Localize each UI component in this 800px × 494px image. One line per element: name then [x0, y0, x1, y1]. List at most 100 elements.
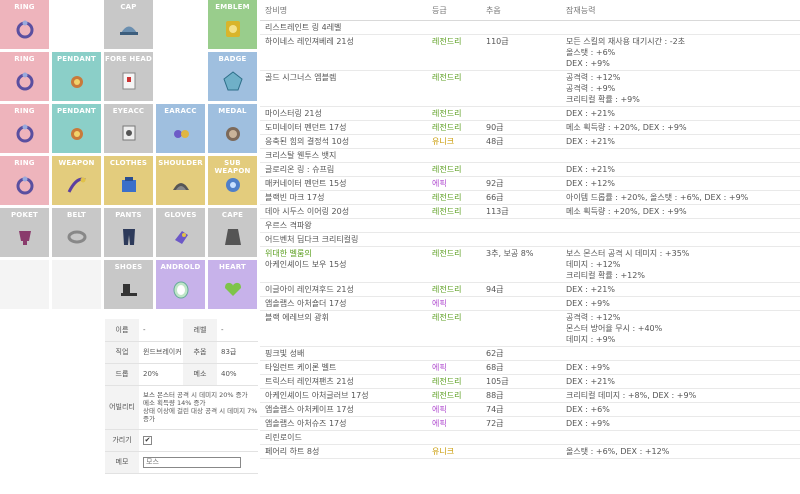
slot-weapon[interactable]: WEAPON — [52, 156, 101, 205]
slot-ring4[interactable]: RING — [0, 156, 49, 205]
item-potential-cell: 메소 획득량 : +20%, DEX : +9% — [561, 204, 800, 219]
table-row[interactable]: 블랙 에레브의 광휘 레전드리 공격력 : +12% 몬스터 방어율 무시 : +40… — [260, 310, 800, 347]
slot-pendant2[interactable]: PENDANT — [52, 104, 101, 153]
table-row[interactable]: 도미네이터 펜던트 17성 레전드리 90급 메소 획득량 : +20%, DEX :… — [260, 120, 800, 135]
slot-shoes[interactable]: SHOES — [104, 260, 153, 309]
table-row[interactable]: 마이스터링 21성 레전드리 DEX : +21% — [260, 106, 800, 121]
table-row[interactable]: 페어리 하트 8성 유니크 올스탯 : +6%, DEX : +12% — [260, 444, 800, 459]
slot-earacc[interactable]: EARACC — [156, 104, 205, 153]
slot-subweapon[interactable]: SUB WEAPON — [208, 156, 257, 205]
slot-emblem[interactable]: EMBLEM — [208, 0, 257, 49]
pants-icon — [118, 226, 140, 248]
slot-clothes[interactable]: CLOTHES — [104, 156, 153, 205]
cap-icon — [118, 18, 140, 40]
item-name-cell: 아케인셰이드 아처글러브 17성 — [260, 388, 427, 403]
table-row[interactable]: 매커네이터 펜던트 15성 에픽 92급 DEX : +12% — [260, 176, 800, 191]
slot-shoulder[interactable]: SHOULDER — [156, 156, 205, 205]
slot-label: CAP — [120, 3, 137, 11]
hide-checkbox[interactable]: ✔ — [143, 435, 152, 445]
clothes-icon — [118, 174, 140, 196]
slot-label: GLOVES — [164, 211, 197, 219]
memo-input[interactable] — [143, 456, 241, 468]
item-name-cell: 위대한 벨룸의 아케인셰이드 보우 15성 — [260, 246, 427, 283]
table-row[interactable]: 앱솔랩스 아처케이프 17성 에픽 74급 DEX : +6% — [260, 402, 800, 417]
table-row[interactable]: 아케인셰이드 아처글러브 17성 레전드리 88급 크리티컬 데미지 : +8%, D… — [260, 388, 800, 403]
slot-belt[interactable]: BELT — [52, 208, 101, 257]
shoulder-icon — [170, 174, 192, 196]
slot-poket[interactable]: POKET — [0, 208, 49, 257]
item-potential-cell: DEX : +21% — [561, 282, 800, 297]
heart-icon — [222, 278, 244, 300]
item-potential-cell: 크리티컬 데미지 : +8%, DEX : +9% — [561, 388, 800, 403]
item-option: 92급 — [481, 176, 561, 191]
table-row[interactable]: 응축된 힘의 결정석 10성 유니크 48급 DEX : +21% — [260, 134, 800, 149]
item-grade: 레전드리 — [427, 246, 481, 283]
drop-label: 드롭 — [105, 363, 139, 386]
slot-badge[interactable]: BADGE — [208, 52, 257, 101]
item-option — [481, 444, 561, 459]
slot-heart[interactable]: HEART — [208, 260, 257, 309]
character-info-panel: 이름 - 레벨 - 직업 윈드브레이커 추옵 83급 드롭 20% 메소 40%… — [105, 319, 258, 474]
table-row[interactable]: 크리스탈 웬투스 뱃지 — [260, 148, 800, 163]
table-row[interactable]: 리스트레인트 링 4레벨 — [260, 20, 800, 35]
table-row[interactable]: 위대한 벨룸의 아케인셰이드 보우 15성 레전드리 3추, 보공 8% 보스 몬스터 … — [260, 246, 800, 283]
potential-line: 메소 획득량 : +20%, DEX : +9% — [566, 207, 687, 216]
slot-label: EMBLEM — [215, 3, 250, 11]
item-name-cell: 매커네이터 펜던트 15성 — [260, 176, 427, 191]
table-row[interactable]: 글로리온 링 : 슈프림 레전드리 DEX : +21% — [260, 162, 800, 177]
slot-medal[interactable]: MEDAL — [208, 104, 257, 153]
table-row[interactable]: 이글아이 레인져후드 21성 레전드리 94급 DEX : +21% — [260, 282, 800, 297]
table-row[interactable]: 앱솔랩스 아처숄더 17성 에픽 DEX : +9% — [260, 296, 800, 311]
item-name-cell: 어드벤처 딥다크 크리티컬링 — [260, 232, 427, 247]
item-option: 48급 — [481, 134, 561, 149]
item-option: 62급 — [481, 346, 561, 361]
table-row[interactable]: 어드벤처 딥다크 크리티컬링 — [260, 232, 800, 247]
memo-label: 메모 — [105, 451, 139, 474]
slot-label: BELT — [67, 211, 86, 219]
item-name: 아케인셰이드 보우 15성 — [265, 260, 347, 269]
table-row[interactable]: 타일런트 케이론 벨트 에픽 68급 DEX : +9% — [260, 360, 800, 375]
item-name-cell: 블랙빈 마크 17성 — [260, 190, 427, 205]
shoes-icon — [118, 278, 140, 300]
slot-ring2[interactable]: RING — [0, 52, 49, 101]
table-row[interactable]: 우르스 격파왕 — [260, 218, 800, 233]
slot-forehead[interactable]: FORE HEAD — [104, 52, 153, 101]
slot-gloves[interactable]: GLOVES — [156, 208, 205, 257]
slot-eyeacc[interactable]: EYEACC — [104, 104, 153, 153]
table-row[interactable]: 트릭스터 레인져팬츠 21성 레전드리 105급 DEX : +21% — [260, 374, 800, 389]
potential-line: DEX : +12% — [566, 179, 615, 188]
potential-line: 메소 획득량 : +20%, DEX : +9% — [566, 123, 687, 132]
empty-slot — [52, 0, 101, 49]
empty-slot — [156, 52, 205, 101]
slot-android[interactable]: ANDROLD — [156, 260, 205, 309]
table-row[interactable]: 핑크빛 성배 62급 — [260, 346, 800, 361]
slot-pendant1[interactable]: PENDANT — [52, 52, 101, 101]
item-name-cell: 트릭스터 레인져팬츠 21성 — [260, 374, 427, 389]
slot-pants[interactable]: PANTS — [104, 208, 153, 257]
slot-ring3[interactable]: RING — [0, 104, 49, 153]
ability-label: 어빌리티 — [105, 385, 139, 430]
table-row[interactable]: 리린로이드 — [260, 430, 800, 445]
item-potential-cell: DEX : +9% — [561, 416, 800, 431]
slot-cape[interactable]: CAPE — [208, 208, 257, 257]
star-option-value: 83급 — [217, 341, 258, 364]
item-name-cell: 블랙 에레브의 광휘 — [260, 310, 427, 347]
item-potential-cell: 메소 획득량 : +20%, DEX : +9% — [561, 120, 800, 135]
table-row[interactable]: 앱솔랩스 아처슈즈 17성 에픽 72급 DEX : +9% — [260, 416, 800, 431]
item-name-cell: 골드 시그너스 엠블렘 — [260, 70, 427, 107]
item-name-cell: 우르스 격파왕 — [260, 218, 427, 233]
table-row[interactable]: 데아 시두스 이어링 20성 레전드리 113급 메소 획득량 : +20%, DEX… — [260, 204, 800, 219]
earring-icon — [170, 122, 192, 144]
table-row[interactable]: 하이네스 레인져베레 21성 레전드리 110급 모든 스킬의 재사용 대기시간 : … — [260, 34, 800, 71]
item-option: 90급 — [481, 120, 561, 135]
table-row[interactable]: 블랙빈 마크 17성 레전드리 66급 아이템 드롭률 : +20%, 올스탯 : +… — [260, 190, 800, 205]
slot-cap[interactable]: CAP — [104, 0, 153, 49]
job-value: 윈드브레이커 — [139, 341, 183, 364]
item-potential-cell: 아이템 드롭률 : +20%, 올스탯 : +6%, DEX : +9% — [561, 190, 800, 205]
ability-line: 보스 몬스터 공격 시 데미지 20% 증가 — [143, 391, 248, 399]
table-row[interactable]: 골드 시그너스 엠블렘 레전드리 공격력 : +12% 공격력 : +9% 크리티컬 확… — [260, 70, 800, 107]
item-grade: 레전드리 — [427, 190, 481, 205]
slot-label: EARACC — [164, 107, 197, 115]
slot-ring1[interactable]: RING — [0, 0, 49, 49]
item-grade: 유니크 — [427, 134, 481, 149]
